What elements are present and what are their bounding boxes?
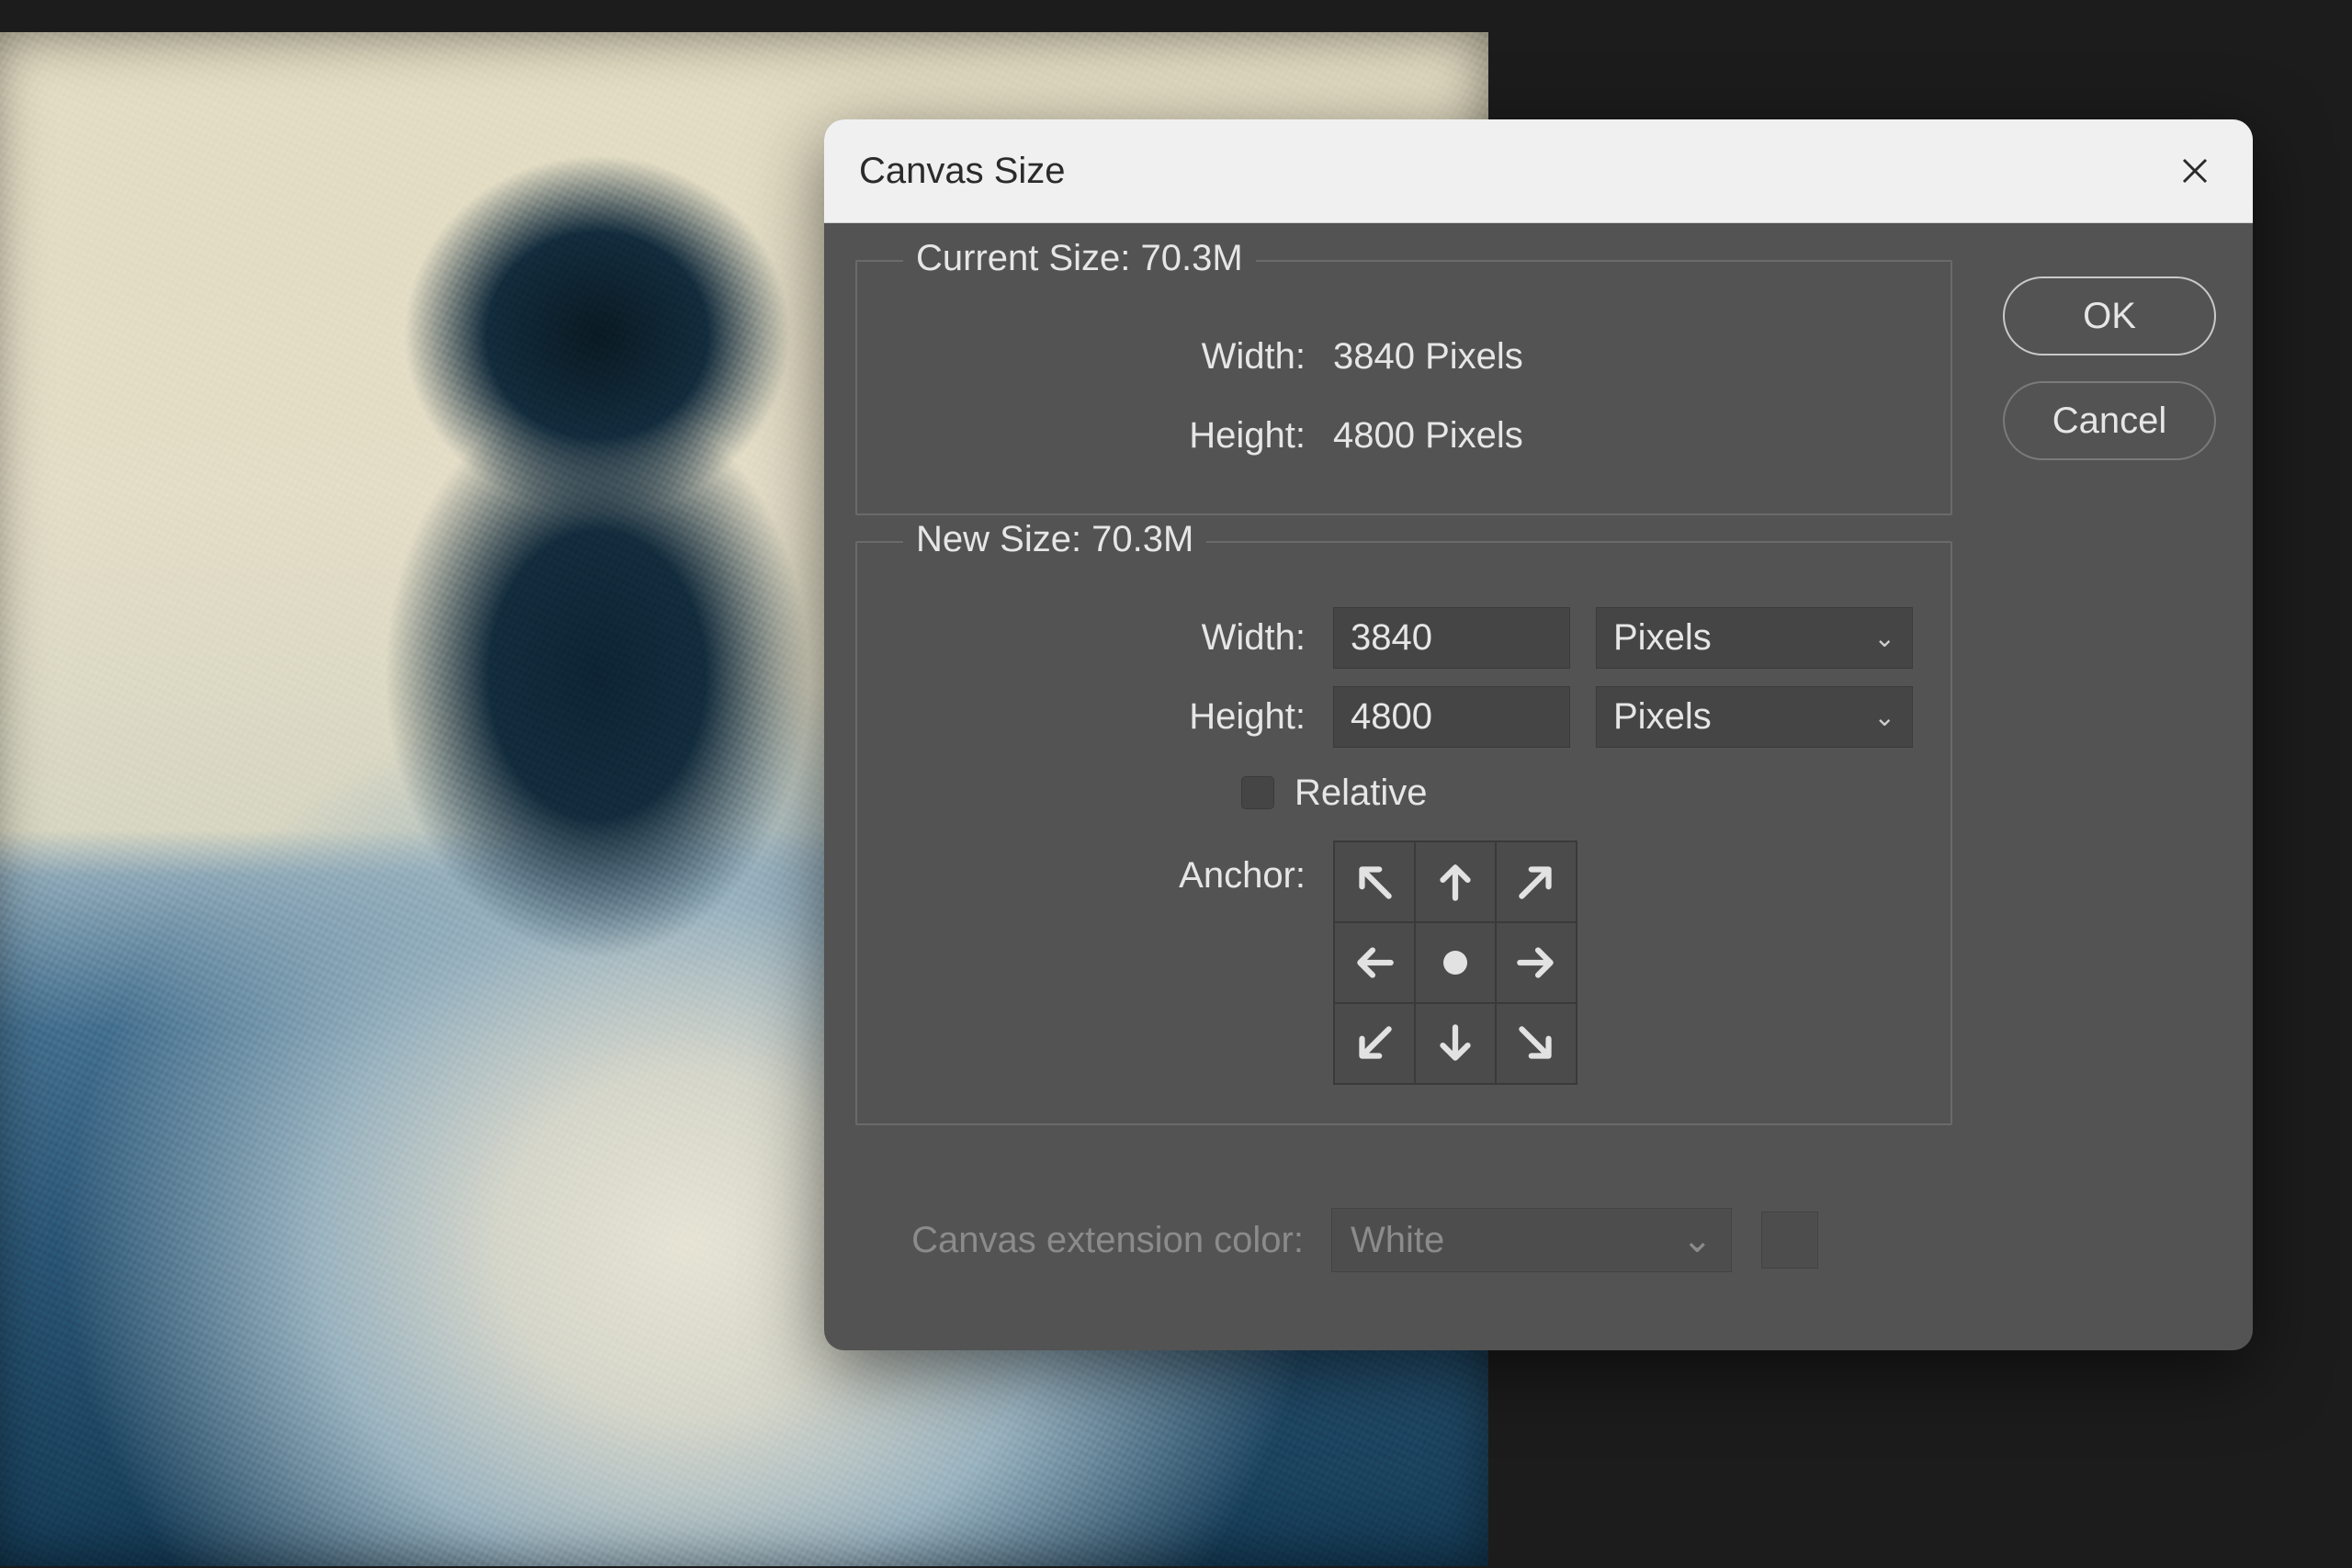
current-height-label: Height: — [894, 415, 1333, 457]
new-height-row: Height: Pixels ⌄ — [894, 677, 1914, 756]
chevron-down-icon: ⌄ — [1874, 623, 1895, 653]
arrow-down-left-icon — [1351, 1020, 1398, 1067]
current-width-row: Width: 3840 Pixels — [894, 317, 1914, 396]
new-size-legend: New Size: 70.3M — [903, 519, 1206, 560]
dialog-title: Canvas Size — [859, 151, 1066, 192]
anchor-label: Anchor: — [894, 840, 1333, 897]
relative-label: Relative — [1295, 773, 1428, 814]
new-height-input[interactable] — [1333, 686, 1570, 748]
arrow-up-right-icon — [1512, 858, 1560, 906]
anchor-bottom-left[interactable] — [1334, 1003, 1415, 1084]
current-size-group: Current Size: 70.3M Width: 3840 Pixels H… — [855, 260, 1952, 515]
extension-color-swatch — [1761, 1212, 1818, 1269]
current-size-legend: Current Size: 70.3M — [903, 238, 1256, 279]
new-size-value: 70.3M — [1091, 519, 1193, 559]
relative-row: Relative — [894, 756, 1914, 829]
dialog-left-column: Current Size: 70.3M Width: 3840 Pixels H… — [855, 260, 1952, 1272]
anchor-row: Anchor: — [894, 829, 1914, 1085]
new-width-input[interactable] — [1333, 607, 1570, 669]
new-width-label: Width: — [894, 617, 1333, 659]
anchor-center-dot-icon — [1443, 951, 1467, 975]
ok-button[interactable]: OK — [2003, 276, 2216, 355]
cancel-button[interactable]: Cancel — [2003, 381, 2216, 460]
anchor-grid — [1333, 840, 1577, 1085]
anchor-top-right[interactable] — [1496, 841, 1577, 922]
arrow-right-icon — [1512, 939, 1560, 987]
workspace: Canvas Size Current Size: 70.3M Width: 3 — [0, 0, 2352, 1568]
extension-color-value: White — [1351, 1220, 1444, 1261]
new-size-group: New Size: 70.3M Width: Pixels ⌄ Height: — [855, 541, 1952, 1125]
new-size-legend-prefix: New Size: — [916, 519, 1091, 559]
new-width-row: Width: Pixels ⌄ — [894, 598, 1914, 677]
arrow-down-icon — [1431, 1020, 1479, 1067]
dialog-titlebar: Canvas Size — [824, 119, 2253, 223]
anchor-bottom[interactable] — [1415, 1003, 1496, 1084]
new-height-unit-value: Pixels — [1613, 696, 1712, 738]
extension-color-select: White ⌄ — [1331, 1208, 1732, 1272]
dialog-right-column: OK Cancel — [2003, 260, 2216, 1272]
arrow-down-right-icon — [1512, 1020, 1560, 1067]
anchor-top[interactable] — [1415, 841, 1496, 922]
current-width-value: 3840 Pixels — [1333, 336, 1523, 378]
new-height-unit-select[interactable]: Pixels ⌄ — [1596, 686, 1913, 748]
chevron-down-icon: ⌄ — [1681, 1219, 1713, 1261]
anchor-top-left[interactable] — [1334, 841, 1415, 922]
anchor-bottom-right[interactable] — [1496, 1003, 1577, 1084]
anchor-right[interactable] — [1496, 922, 1577, 1003]
anchor-left[interactable] — [1334, 922, 1415, 1003]
relative-checkbox[interactable] — [1241, 776, 1274, 809]
current-height-value: 4800 Pixels — [1333, 415, 1523, 457]
arrow-left-icon — [1351, 939, 1398, 987]
new-width-unit-value: Pixels — [1613, 617, 1712, 659]
close-icon — [2180, 156, 2210, 186]
new-width-unit-select[interactable]: Pixels ⌄ — [1596, 607, 1913, 669]
arrow-up-icon — [1431, 858, 1479, 906]
current-size-value: 70.3M — [1141, 238, 1243, 278]
dialog-body: Current Size: 70.3M Width: 3840 Pixels H… — [824, 223, 2253, 1309]
current-size-legend-prefix: Current Size: — [916, 238, 1141, 278]
current-width-label: Width: — [894, 336, 1333, 378]
current-height-row: Height: 4800 Pixels — [894, 396, 1914, 475]
extension-color-label: Canvas extension color: — [892, 1220, 1331, 1261]
close-button[interactable] — [2172, 148, 2218, 194]
new-height-label: Height: — [894, 696, 1333, 738]
anchor-center[interactable] — [1415, 922, 1496, 1003]
arrow-up-left-icon — [1351, 858, 1398, 906]
chevron-down-icon: ⌄ — [1874, 702, 1895, 732]
canvas-size-dialog: Canvas Size Current Size: 70.3M Width: 3 — [824, 119, 2253, 1350]
extension-color-row: Canvas extension color: White ⌄ — [855, 1151, 1952, 1272]
